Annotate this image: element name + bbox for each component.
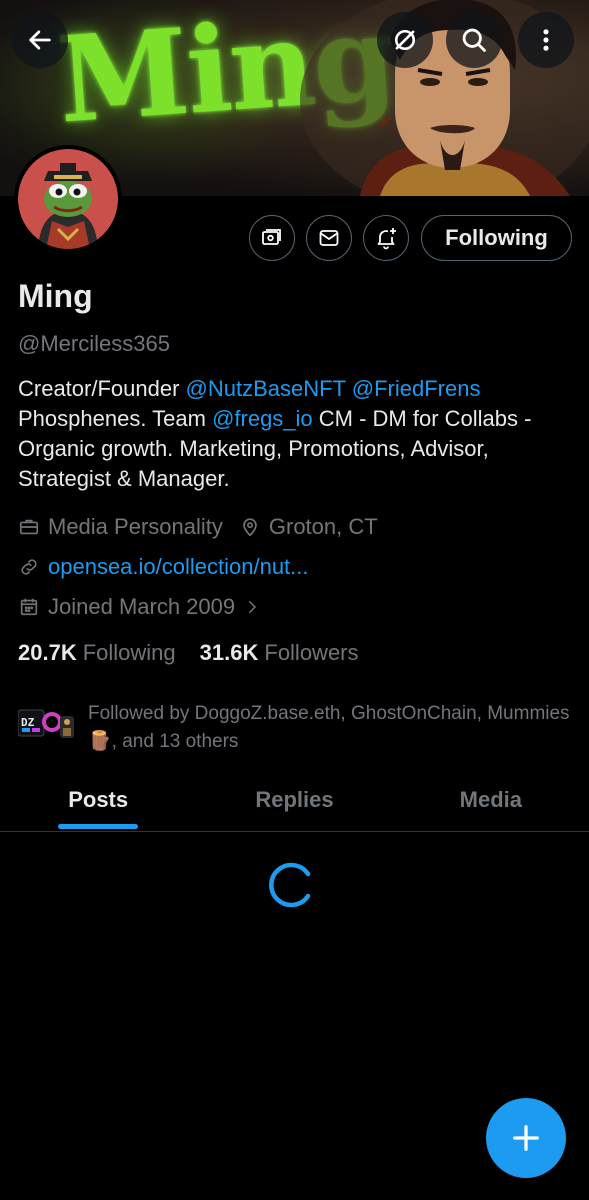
followers-count[interactable]: 31.6K	[200, 640, 259, 666]
profile-bio: Creator/Founder @NutzBaseNFT @FriedFrens…	[18, 374, 578, 494]
profile-meta-row: Media Personality Groton, CT	[18, 514, 378, 540]
profile-joined-row[interactable]: Joined March 2009	[18, 594, 269, 620]
bio-text: Phosphenes. Team	[18, 406, 213, 431]
bio-mention-nutzbasenft[interactable]: @NutzBaseNFT	[186, 376, 346, 401]
search-button[interactable]	[446, 12, 502, 68]
grok-icon	[394, 29, 416, 51]
followers-label[interactable]: Followers	[264, 640, 358, 666]
compose-post-button[interactable]	[486, 1098, 566, 1178]
notification-bell-icon	[377, 228, 396, 250]
followed-by-text[interactable]: Followed by DoggoZ.base.eth, GhostOnChai…	[88, 700, 578, 756]
profile-location: Groton, CT	[268, 514, 378, 539]
profile-category: Media Personality	[48, 514, 223, 539]
tab-label: Posts	[68, 787, 129, 812]
notifications-button[interactable]	[363, 215, 409, 261]
profile-tabs: Posts Replies Media	[0, 770, 589, 832]
message-button[interactable]	[306, 215, 352, 261]
back-button[interactable]	[12, 12, 68, 68]
more-vertical-icon	[543, 29, 549, 51]
bio-mention-friedfrens[interactable]: @FriedFrens	[352, 376, 481, 401]
briefcase-icon	[19, 519, 39, 535]
chevron-right-icon	[249, 601, 257, 613]
followed-by-avatars[interactable]: DZ	[18, 706, 78, 742]
following-button[interactable]: Following	[421, 215, 572, 261]
pepe-samurai-avatar	[18, 149, 118, 249]
profile-website-link[interactable]: opensea.io/collection/nut...	[48, 554, 309, 580]
mail-icon	[319, 230, 339, 246]
svg-text:DZ: DZ	[21, 716, 35, 729]
plus-icon	[513, 1125, 539, 1151]
tab-posts[interactable]: Posts	[0, 770, 196, 831]
subscribe-button[interactable]	[249, 215, 295, 261]
profile-name: Ming	[18, 278, 93, 314]
link-icon	[21, 559, 37, 575]
subscription-icon	[262, 229, 281, 245]
location-pin-icon	[243, 518, 257, 537]
back-arrow-icon	[29, 30, 51, 50]
tab-replies[interactable]: Replies	[196, 770, 392, 831]
calendar-icon	[20, 598, 38, 616]
following-label[interactable]: Following	[83, 640, 176, 666]
more-options-button[interactable]	[518, 12, 574, 68]
profile-website-row: opensea.io/collection/nut...	[18, 554, 309, 580]
tab-media[interactable]: Media	[393, 770, 589, 831]
search-icon	[462, 28, 486, 52]
profile-handle: @Merciless365	[18, 331, 170, 356]
following-count[interactable]: 20.7K	[18, 640, 77, 666]
profile-avatar[interactable]	[14, 145, 122, 253]
grok-button[interactable]	[377, 12, 433, 68]
active-tab-indicator	[58, 824, 139, 829]
tab-label: Replies	[255, 787, 334, 812]
bio-text: Creator/Founder	[18, 376, 186, 401]
bio-mention-fregs-io[interactable]: @fregs_io	[212, 406, 313, 431]
profile-counts: 20.7K Following 31.6K Followers	[18, 640, 359, 666]
avatar-image	[18, 149, 118, 249]
profile-joined-date: Joined March 2009	[48, 594, 236, 619]
loading-spinner-icon	[269, 862, 311, 908]
tab-label: Media	[459, 787, 522, 812]
